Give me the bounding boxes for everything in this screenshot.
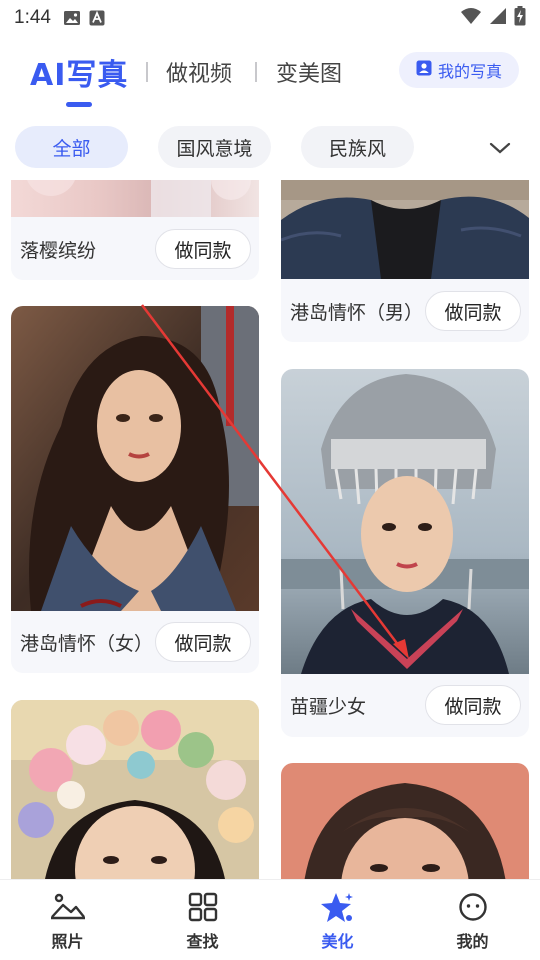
- card-image: [281, 180, 529, 279]
- make-same-button[interactable]: 做同款: [425, 291, 521, 331]
- nav-label: 查找: [186, 932, 219, 951]
- signal-icon: [488, 7, 508, 29]
- make-same-button[interactable]: 做同款: [155, 622, 251, 662]
- card-title: 港岛情怀（女）: [20, 632, 154, 655]
- grid-icon: [185, 890, 221, 924]
- battery-charging-icon: [514, 6, 526, 30]
- landscape-icon: [50, 890, 86, 924]
- chip-guofeng[interactable]: 国风意境: [158, 126, 271, 168]
- face-icon: [455, 890, 491, 924]
- tab-active-indicator: [66, 102, 92, 107]
- nav-label: 照片: [51, 932, 84, 951]
- wifi-icon: [460, 7, 482, 29]
- card-footer: 港岛情怀（男） 做同款: [281, 280, 529, 342]
- nav-label: 美化: [321, 932, 354, 951]
- card-title: 港岛情怀（男）: [290, 301, 424, 324]
- status-bar: 1:44: [0, 0, 540, 36]
- status-time: 1:44: [14, 7, 51, 28]
- card-footer: 港岛情怀（女） 做同款: [11, 611, 259, 673]
- card-title: 落樱缤纷: [20, 239, 97, 262]
- template-card[interactable]: 落樱缤纷 做同款: [11, 180, 259, 280]
- nav-photos[interactable]: 照片: [0, 880, 135, 960]
- app-screen: 1:44 AI写真 做视频 变美图 我的写真 全部 国风意境 民族风 落樱缤纷 …: [0, 0, 540, 960]
- card-footer: 苗疆少女 做同款: [281, 674, 529, 736]
- tab-make-video[interactable]: 做视频: [166, 56, 232, 88]
- my-photo-label: 我的写真: [437, 62, 502, 81]
- nav-label: 我的: [456, 932, 489, 951]
- template-feed[interactable]: 落樱缤纷 做同款 港岛情怀（男） 做同款 港岛情怀（女） 做同款 苗疆少女 做同…: [0, 180, 540, 880]
- template-card[interactable]: 港岛情怀（男） 做同款: [281, 180, 529, 342]
- card-image: [281, 763, 529, 880]
- star-sparkle-icon: [320, 890, 356, 924]
- card-image: [11, 180, 259, 217]
- a-icon: [89, 10, 107, 26]
- portrait-icon: [416, 60, 432, 80]
- filter-chip-row: 全部 国风意境 民族风: [0, 126, 540, 170]
- card-footer: 落樱缤纷 做同款: [11, 218, 259, 280]
- chevron-down-icon[interactable]: [486, 134, 514, 162]
- tab-divider: [146, 62, 148, 82]
- chip-ethnic[interactable]: 民族风: [301, 126, 414, 168]
- nav-beautify[interactable]: 美化: [270, 880, 405, 960]
- gallery-icon: [63, 10, 81, 26]
- card-image: [281, 369, 529, 674]
- my-photo-button[interactable]: 我的写真: [399, 52, 519, 88]
- tab-divider: [255, 62, 257, 82]
- template-card[interactable]: [281, 763, 529, 880]
- template-card[interactable]: 苗疆少女 做同款: [281, 369, 529, 737]
- bottom-navigation: 照片 查找 美化 我的: [0, 879, 540, 960]
- nav-mine[interactable]: 我的: [405, 880, 540, 960]
- nav-search[interactable]: 查找: [135, 880, 270, 960]
- card-title: 苗疆少女: [290, 695, 367, 718]
- tab-beautify-image[interactable]: 变美图: [276, 56, 342, 88]
- chip-all[interactable]: 全部: [15, 126, 128, 168]
- card-image: [11, 700, 259, 880]
- status-right-icons: [460, 6, 526, 30]
- make-same-button[interactable]: 做同款: [155, 229, 251, 269]
- make-same-button[interactable]: 做同款: [425, 685, 521, 725]
- top-tabs: AI写真 做视频 变美图 我的写真: [0, 40, 540, 110]
- template-card[interactable]: 港岛情怀（女） 做同款: [11, 306, 259, 673]
- tab-ai-photo[interactable]: AI写真: [30, 50, 128, 94]
- card-image: [11, 306, 259, 611]
- template-card[interactable]: [11, 700, 259, 880]
